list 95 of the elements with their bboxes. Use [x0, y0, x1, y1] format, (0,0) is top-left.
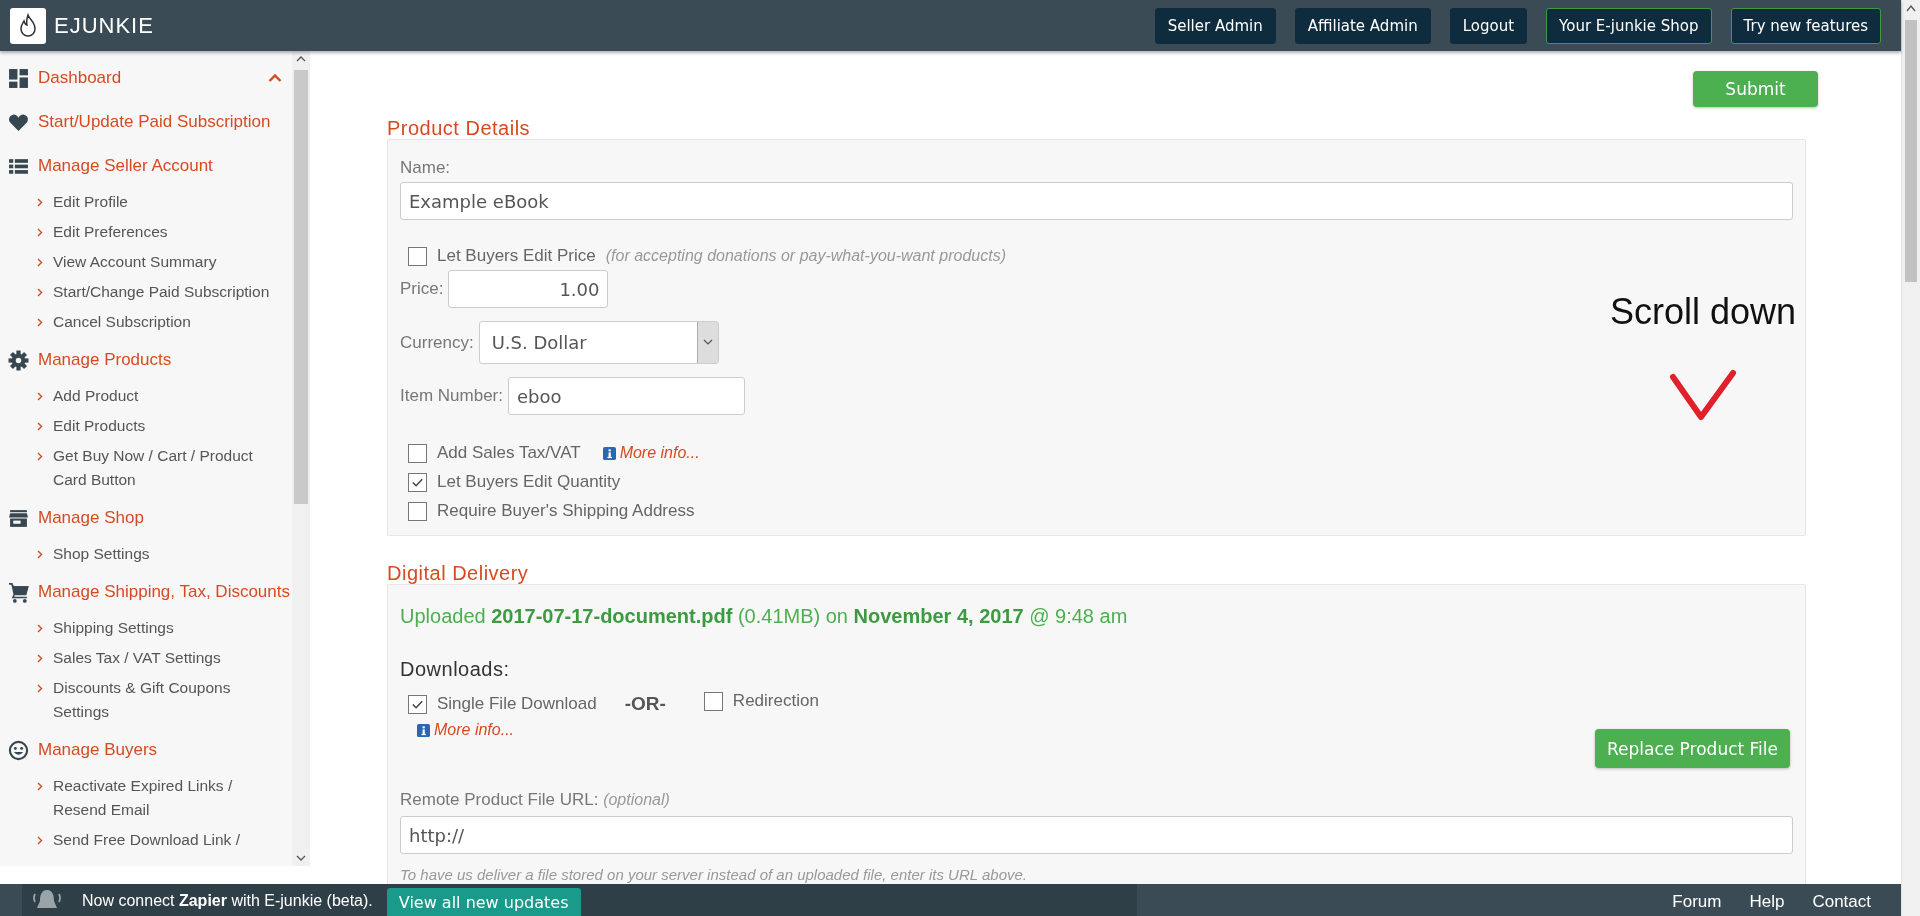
- item-number-field[interactable]: eboo: [508, 377, 745, 415]
- scroll-thumb[interactable]: [1905, 20, 1917, 282]
- currency-dropdown[interactable]: U.S. Dollar: [478, 321, 719, 364]
- scroll-up-icon[interactable]: [296, 55, 306, 62]
- info-icon: [602, 446, 616, 460]
- or-separator: -OR-: [624, 693, 666, 715]
- dashboard-icon: [8, 67, 29, 89]
- nav-section[interactable]: Dashboard: [38, 68, 122, 88]
- nav-item[interactable]: Start/Change Paid Subscription: [53, 280, 270, 304]
- smiley-icon: [8, 739, 29, 761]
- cart-icon: [8, 581, 29, 603]
- nav-section[interactable]: Manage Buyers: [38, 740, 158, 760]
- down-chevron-icon: [1669, 369, 1738, 423]
- annotation-text: Scroll down: [1610, 291, 1797, 333]
- nav-item[interactable]: Send Free Download Link /: [53, 828, 240, 852]
- chevron-icon: [37, 392, 43, 401]
- field-label: Name:: [400, 158, 452, 178]
- note-text: (optional): [603, 791, 670, 808]
- chevron-icon: [37, 550, 43, 559]
- chevron-icon: [37, 684, 43, 693]
- nav-item[interactable]: Sales Tax / VAT Settings: [53, 646, 221, 670]
- more-info-link[interactable]: More info...: [434, 721, 515, 739]
- hint-text: To have us deliver a file stored on your server instead of an uploaded file, enter its URL above.: [400, 866, 1029, 883]
- checkbox[interactable]: [703, 691, 723, 711]
- checkbox[interactable]: [408, 472, 427, 492]
- checkbox-label: Single File Download: [437, 694, 597, 714]
- field-label: Item Number:: [400, 386, 503, 406]
- header-button[interactable]: Affiliate Admin: [1294, 7, 1431, 44]
- checkbox[interactable]: [408, 694, 427, 714]
- nav-item[interactable]: Shop Settings: [53, 542, 150, 566]
- logo-text: EJUNKIE: [54, 12, 154, 39]
- nav-item[interactable]: Get Buy Now / Cart / Product Card Button: [53, 444, 281, 492]
- chevron-icon: [37, 288, 43, 297]
- field-label: Currency:: [400, 332, 474, 353]
- caret-up-icon[interactable]: [268, 73, 282, 83]
- chevron-icon: [37, 654, 43, 663]
- nav-item[interactable]: Edit Profile: [53, 190, 128, 214]
- gear-icon: [8, 349, 29, 371]
- section-title: Digital Delivery: [387, 562, 529, 585]
- header-button[interactable]: Your E-junkie Shop: [1546, 7, 1712, 44]
- chevron-icon: [37, 422, 43, 431]
- footer-link[interactable]: Forum: [1672, 892, 1722, 912]
- nav-item[interactable]: Reactivate Expired Links / Resend Email: [53, 774, 281, 822]
- page-scrollbar[interactable]: [1901, 0, 1920, 916]
- nav-item[interactable]: Shipping Settings: [53, 616, 174, 640]
- nav-section[interactable]: Manage Products: [38, 350, 172, 370]
- upload-status: Uploaded 2017-07-17-document.pdf (0.41MB) on November 4, 2017 @ 9:48 am: [400, 605, 1129, 628]
- price-field[interactable]: 1.00: [448, 270, 609, 308]
- chevron-icon: [37, 782, 43, 791]
- store-icon: [8, 507, 29, 529]
- checkbox-label: Let Buyers Edit Price: [437, 246, 596, 266]
- chevron-icon: [37, 624, 43, 633]
- nav-item[interactable]: Edit Preferences: [53, 220, 168, 244]
- header-button[interactable]: Logout: [1449, 7, 1528, 44]
- nav-section[interactable]: Manage Shop: [38, 508, 144, 528]
- name-field[interactable]: Example eBook: [400, 182, 1793, 220]
- checkbox-label: Add Sales Tax/VAT: [437, 443, 581, 463]
- nav-section[interactable]: Start/Update Paid Subscription: [38, 112, 271, 132]
- header-button[interactable]: Try new features: [1730, 7, 1881, 44]
- footer-link[interactable]: Help: [1749, 892, 1785, 912]
- url-field[interactable]: http://: [400, 816, 1793, 854]
- nav-item[interactable]: View Account Summary: [53, 250, 217, 274]
- scroll-up-icon[interactable]: [1906, 4, 1916, 12]
- chevron-icon: [37, 258, 43, 267]
- footer-link[interactable]: Contact: [1812, 892, 1871, 912]
- scroll-down-icon[interactable]: [296, 855, 306, 862]
- notification-text: Now connect Zapier with E-junkie (beta).: [82, 892, 373, 910]
- checkbox-label: Let Buyers Edit Quantity: [437, 472, 621, 492]
- checkbox[interactable]: [408, 246, 427, 266]
- checkbox-label: Require Buyer's Shipping Address: [437, 501, 695, 521]
- checkbox[interactable]: [408, 501, 427, 521]
- nav-item[interactable]: Discounts & Gift Coupons Settings: [53, 676, 281, 724]
- sidebar-scrollbar[interactable]: [292, 51, 310, 866]
- nav-item[interactable]: Edit Products: [53, 414, 146, 438]
- section-title: Product Details: [387, 117, 531, 140]
- scroll-thumb[interactable]: [294, 70, 308, 504]
- checkbox[interactable]: [408, 443, 427, 463]
- more-info-link[interactable]: More info...: [619, 444, 700, 462]
- nav-item[interactable]: Add Product: [53, 384, 139, 408]
- header-button[interactable]: Seller Admin: [1154, 7, 1276, 44]
- chevron-icon: [37, 318, 43, 327]
- checkbox-label: Redirection: [732, 691, 819, 711]
- info-icon: [417, 723, 430, 737]
- field-label: Remote Product File URL:: [400, 790, 599, 809]
- chevron-icon: [37, 452, 43, 461]
- note-text: (for accepting donations or pay-what-you-want products): [605, 247, 1006, 265]
- chevron-icon: [37, 228, 43, 237]
- downloads-heading: Downloads:: [400, 658, 511, 681]
- field-label: Price:: [400, 279, 444, 299]
- nav-item[interactable]: Cancel Subscription: [53, 310, 191, 334]
- nav-section[interactable]: Manage Seller Account: [38, 156, 213, 176]
- flame-logo-icon: [10, 7, 46, 44]
- chevron-icon: [37, 836, 43, 845]
- chevron-icon: [37, 198, 43, 207]
- nav-section[interactable]: Manage Shipping, Tax, Discounts: [38, 582, 290, 602]
